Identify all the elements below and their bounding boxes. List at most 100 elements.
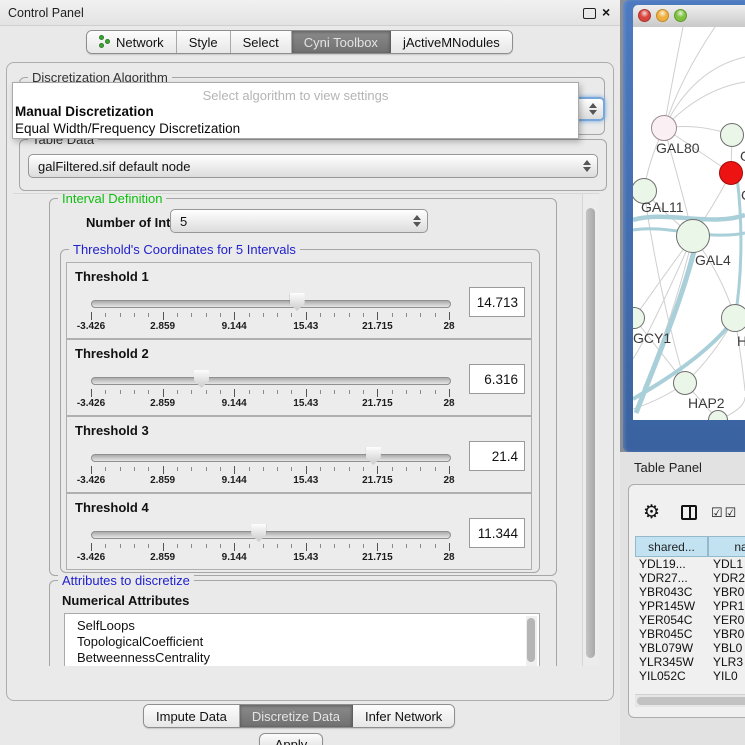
threshold-slider[interactable]: -3.4262.8599.14415.4321.71528: [91, 522, 449, 566]
slider-thumb[interactable]: [366, 447, 381, 465]
node-label: HAP2: [688, 395, 725, 411]
tick-mark: [163, 312, 164, 320]
network-node-selected[interactable]: [719, 161, 743, 185]
columns-icon[interactable]: [681, 505, 697, 520]
tick-mark: [291, 467, 292, 471]
network-node-hap2[interactable]: [673, 371, 697, 395]
list-item[interactable]: TopologicalCoefficient: [77, 634, 539, 650]
attributes-list[interactable]: SelfLoops TopologicalCoefficient Between…: [64, 613, 540, 666]
tab-cyni-toolbox[interactable]: Cyni Toolbox: [292, 31, 391, 53]
tick-mark: [435, 313, 436, 317]
tick-mark: [134, 390, 135, 394]
scrollbar-thumb[interactable]: [637, 697, 745, 705]
tab-network[interactable]: Network: [87, 31, 177, 53]
tick-mark: [291, 390, 292, 394]
table-row[interactable]: YPR145WYPR1: [635, 599, 745, 613]
close-traffic-light-icon[interactable]: [638, 9, 651, 22]
select-columns-checkbox-icons[interactable]: ☑☑: [711, 505, 738, 521]
table-row[interactable]: YBL079WYBL0: [635, 641, 745, 655]
tick-mark: [263, 313, 264, 317]
slider-track[interactable]: [91, 531, 451, 539]
tab-style[interactable]: Style: [177, 31, 231, 53]
popup-hint: Select algorithm to view settings: [13, 83, 578, 103]
tick-mark: [320, 467, 321, 471]
threshold-row: Threshold 1 -3.4262.8599.14415.4321.7152…: [66, 262, 532, 339]
slider-thumb[interactable]: [251, 524, 266, 542]
threshold-value-field[interactable]: 6.316: [469, 364, 525, 394]
network-window-titlebar[interactable]: [633, 5, 745, 28]
threshold-slider[interactable]: -3.4262.8599.14415.4321.71528: [91, 291, 449, 335]
tick-mark: [191, 313, 192, 317]
table-row[interactable]: YBR045C YBR0: [635, 627, 745, 641]
tick-mark: [435, 390, 436, 394]
popup-option-manual[interactable]: Manual Discretization: [13, 103, 578, 120]
threshold-slider[interactable]: -3.4262.8599.14415.4321.71528: [91, 445, 449, 489]
slider-track[interactable]: [91, 454, 451, 462]
table-data-combobox[interactable]: galFiltered.sif default node: [28, 154, 598, 178]
tick-mark: [134, 467, 135, 471]
table-row[interactable]: YDL19...YDL1: [635, 557, 745, 571]
table-row[interactable]: YIL052CYIL0: [635, 669, 745, 683]
tick-mark: [206, 390, 207, 394]
tick-mark: [163, 389, 164, 397]
slider-track[interactable]: [91, 377, 451, 385]
column-header-shared-name[interactable]: shared...: [635, 536, 708, 557]
network-view-window[interactable]: GAL80 G C GAL11 GAL4 GCY1 H HAP2: [623, 0, 745, 452]
node-label: G: [740, 148, 745, 164]
threshold-value-field[interactable]: 14.713: [469, 287, 525, 317]
table-row[interactable]: YLR345WYLR3: [635, 655, 745, 669]
combo-stepper-icon: [413, 210, 421, 232]
slider-track[interactable]: [91, 300, 451, 308]
apply-button[interactable]: Apply: [259, 733, 323, 745]
close-icon[interactable]: ×: [602, 4, 610, 20]
tick-mark: [163, 466, 164, 474]
threshold-value-field[interactable]: 11.344: [469, 518, 525, 548]
tick-mark: [377, 466, 378, 474]
network-node-gal80[interactable]: [651, 115, 677, 141]
network-node[interactable]: [720, 123, 744, 147]
network-canvas[interactable]: GAL80 G C GAL11 GAL4 GCY1 H HAP2: [633, 27, 745, 420]
float-window-icon[interactable]: [583, 8, 596, 19]
tab-infer-network[interactable]: Infer Network: [353, 705, 454, 727]
threshold-value-field[interactable]: 21.4: [469, 441, 525, 471]
axis-tick-label: -3.426: [77, 321, 105, 332]
cell: YBR045C: [639, 627, 692, 641]
slider-thumb[interactable]: [290, 293, 305, 311]
tick-mark: [349, 313, 350, 317]
network-node-gal4[interactable]: [676, 219, 710, 253]
popup-option-equal-width[interactable]: Equal Width/Frequency Discretization: [13, 120, 578, 137]
cell: YIL0: [713, 669, 738, 683]
axis-tick-label: 2.859: [150, 475, 175, 486]
tab-impute-data[interactable]: Impute Data: [144, 705, 240, 727]
cell: YBR0: [713, 627, 744, 641]
tab-discretize-data[interactable]: Discretize Data: [240, 705, 353, 727]
table-horizontal-scrollbar[interactable]: [635, 694, 745, 707]
zoom-traffic-light-icon[interactable]: [674, 9, 687, 22]
axis-tick-label: 15.43: [293, 475, 318, 486]
settings-scrollbar[interactable]: [582, 194, 599, 666]
minimize-traffic-light-icon[interactable]: [656, 9, 669, 22]
group-label: Interval Definition: [58, 193, 166, 206]
tick-mark: [263, 544, 264, 548]
threshold-slider[interactable]: -3.4262.8599.14415.4321.71528: [91, 368, 449, 412]
list-item[interactable]: BetweennessCentrality: [77, 650, 539, 666]
table-row[interactable]: YDR27...YDR2: [635, 571, 745, 585]
column-header-name[interactable]: na: [708, 536, 745, 557]
number-of-intervals-combobox[interactable]: 5: [170, 209, 428, 233]
network-node[interactable]: [721, 304, 745, 332]
gear-icon[interactable]: ⚙: [643, 501, 660, 524]
tick-mark: [191, 390, 192, 394]
table-row[interactable]: YER054CYER0: [635, 613, 745, 627]
table-row[interactable]: YBR043CYBR0: [635, 585, 745, 599]
slider-thumb[interactable]: [194, 370, 209, 388]
tab-jactivemnodules[interactable]: jActiveMNodules: [391, 31, 512, 53]
list-scrollbar[interactable]: [526, 616, 537, 666]
tab-label: Infer Network: [365, 709, 442, 724]
list-item[interactable]: SelfLoops: [77, 618, 539, 634]
scrollbar-thumb[interactable]: [527, 618, 535, 662]
tab-select[interactable]: Select: [231, 31, 292, 53]
control-panel: Control Panel × Network Style Select Cyn…: [0, 0, 620, 745]
tick-mark: [177, 313, 178, 317]
scrollbar-thumb[interactable]: [586, 208, 595, 658]
threshold-label: Threshold 3: [75, 423, 149, 438]
